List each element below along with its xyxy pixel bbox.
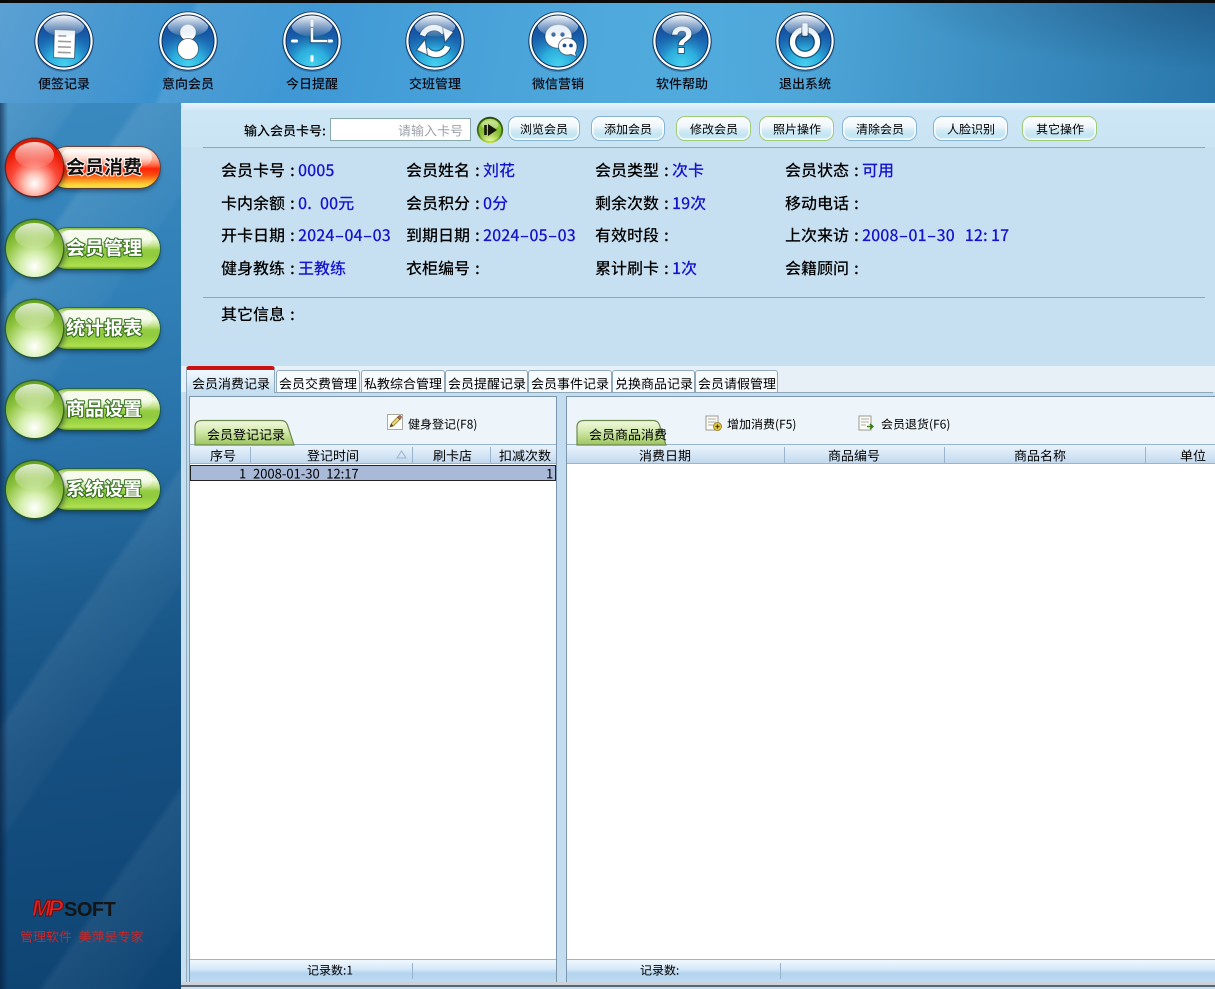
svg-text:P: P <box>48 897 64 921</box>
svg-text:SOFT: SOFT <box>64 899 116 921</box>
